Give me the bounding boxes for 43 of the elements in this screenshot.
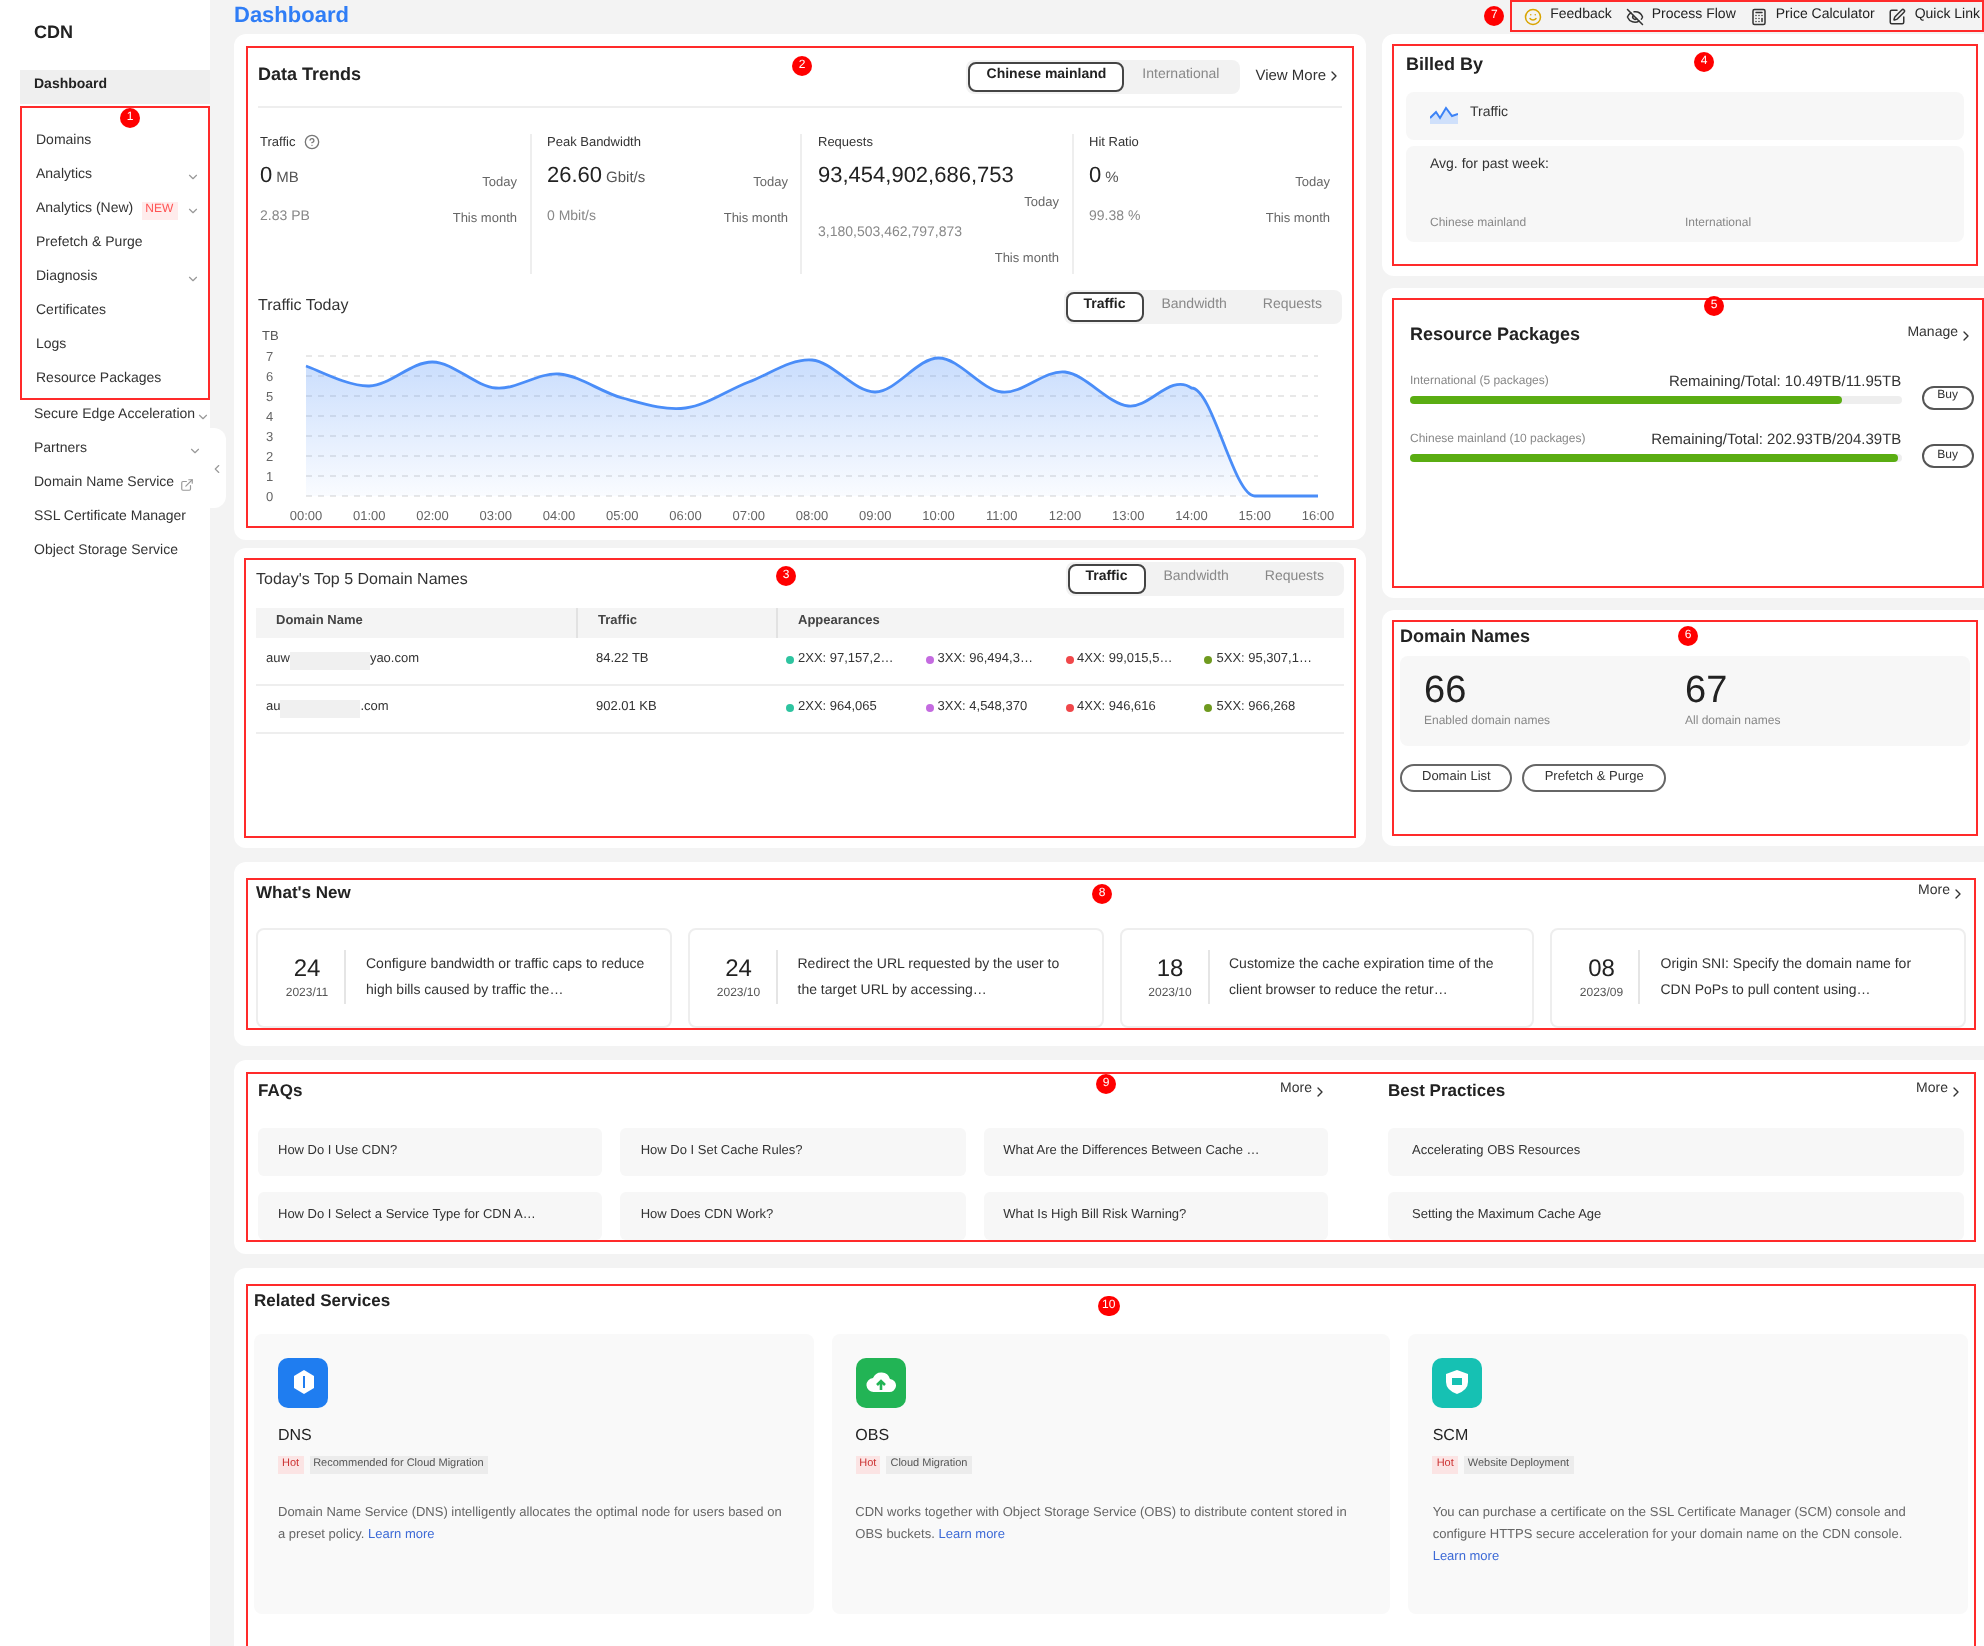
card-title: Billed By bbox=[1406, 51, 1484, 78]
section-title: FAQs bbox=[258, 1078, 303, 1104]
help-icon bbox=[303, 134, 320, 151]
app-title: CDN bbox=[32, 20, 75, 46]
collapse-handle[interactable] bbox=[206, 428, 226, 508]
cloud-upload-icon bbox=[855, 1357, 906, 1407]
news-day: 18 bbox=[1156, 950, 1184, 986]
section-title: What's New bbox=[256, 880, 351, 906]
card-title: Data Trends bbox=[258, 62, 362, 89]
area-chart-icon bbox=[1430, 106, 1458, 124]
card-title: Domain Names bbox=[1400, 624, 1531, 651]
page-title: Dashboard bbox=[234, 2, 349, 32]
chevron-icon bbox=[186, 204, 200, 218]
section-title: Best Practices bbox=[1388, 1078, 1506, 1104]
chevron-icon bbox=[186, 272, 200, 286]
chevron-icon bbox=[186, 170, 200, 184]
eye-off-icon bbox=[1625, 7, 1644, 26]
chevron-icon bbox=[1948, 1083, 1964, 1099]
chevron-icon bbox=[1326, 68, 1342, 84]
service-name: DNS bbox=[278, 1423, 314, 1447]
stat-value: 67 bbox=[1685, 669, 1730, 713]
service-name: OBS bbox=[855, 1423, 892, 1447]
chevron-icon bbox=[1312, 1083, 1328, 1099]
service-name: SCM bbox=[1432, 1423, 1471, 1447]
shield-icon bbox=[1432, 1357, 1483, 1407]
stat-value: 66 bbox=[1424, 669, 1469, 713]
card-title: Resource Packages bbox=[1410, 321, 1581, 348]
section-title: Related Services bbox=[254, 1288, 391, 1315]
external-link-icon bbox=[180, 478, 195, 492]
chevron-icon bbox=[1958, 327, 1974, 343]
cube-icon bbox=[278, 1357, 328, 1407]
notepad-icon bbox=[1888, 7, 1907, 26]
smiley-icon bbox=[1524, 7, 1543, 26]
chart-title: Traffic Today bbox=[258, 294, 349, 318]
chevron-icon bbox=[188, 444, 202, 458]
news-day: 24 bbox=[293, 950, 321, 986]
card-title: Today's Top 5 Domain Names bbox=[256, 567, 468, 591]
calculator-icon bbox=[1749, 7, 1768, 26]
chevron-icon bbox=[1950, 885, 1966, 901]
news-day: 08 bbox=[1588, 950, 1615, 986]
chevron-icon bbox=[195, 410, 210, 424]
news-day: 24 bbox=[725, 950, 752, 986]
metric-value: 93,454,902,686,753 bbox=[818, 162, 1014, 193]
